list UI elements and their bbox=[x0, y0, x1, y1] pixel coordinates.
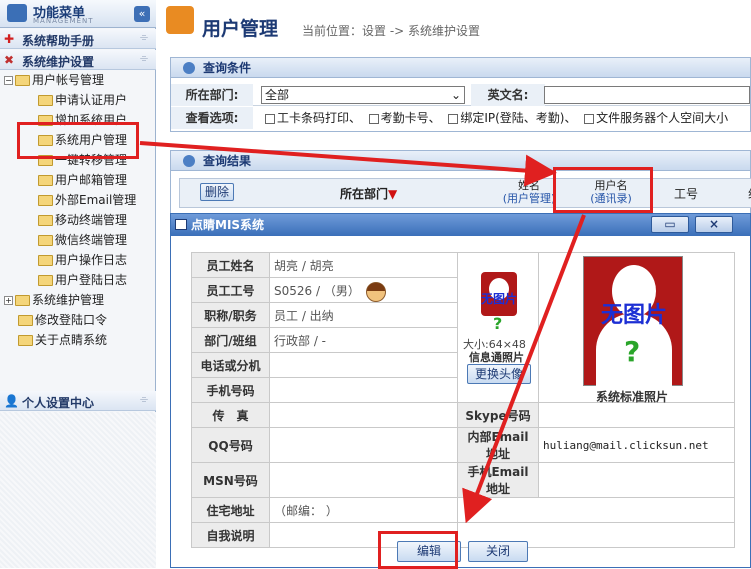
arrow-to-username bbox=[139, 141, 557, 187]
arrow-to-edit bbox=[462, 214, 586, 524]
annotation-arrows bbox=[139, 141, 586, 524]
